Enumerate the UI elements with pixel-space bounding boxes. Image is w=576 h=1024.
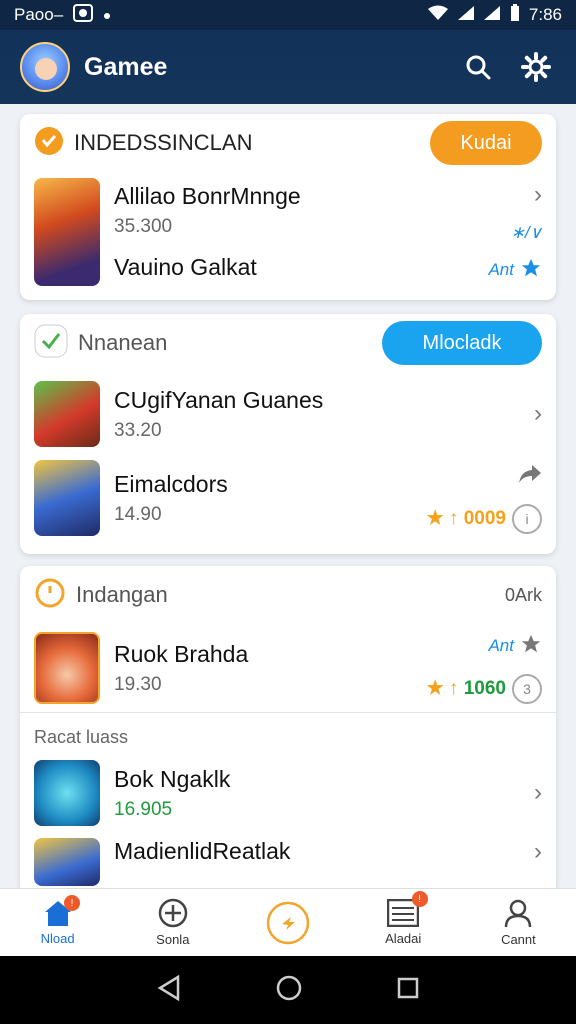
notification-badge: ! (411, 891, 428, 907)
nav-label: Cannt (501, 932, 536, 947)
chevron-right-icon[interactable]: › (534, 181, 542, 209)
chevron-right-icon[interactable]: › (534, 779, 542, 807)
home-circle-icon[interactable] (275, 974, 303, 1007)
card3-title: Indangan (76, 582, 168, 607)
notification-badge: ! (64, 895, 80, 911)
list-item[interactable]: Allilao BonrMnnge 35.300 Vauino Galkat ›… (20, 172, 556, 292)
card1-action-button[interactable]: Kudai (430, 121, 542, 165)
rating-value: 1060 (463, 678, 506, 699)
info-icon[interactable]: i (512, 503, 542, 534)
section-label: Racat luass (34, 727, 129, 747)
nav-label: Nload (40, 931, 75, 946)
item-extra: Ant (488, 636, 514, 655)
game-thumbnail (34, 760, 100, 826)
list-item[interactable]: Ruok Brahda 19.30 Ant ★ ↑ 1060 3 (20, 624, 556, 712)
app-title: Gamee (84, 52, 168, 81)
game-thumbnail (34, 460, 100, 536)
system-nav-bar (0, 956, 576, 1024)
recents-icon[interactable] (396, 976, 420, 1005)
card-new: Nnanean Mlocladk CUgifYanan Guanes 33.20… (20, 314, 556, 554)
rating-value: 0009 (463, 508, 506, 529)
status-time: 7:86 (528, 5, 562, 24)
person-icon (505, 899, 532, 928)
nav-account[interactable]: Cannt (461, 889, 576, 956)
card2-title: Nnanean (78, 330, 168, 355)
search-icon (466, 55, 491, 80)
card-featured: INDEDSSINCLAN Kudai Allilao BonrMnnge 35… (20, 114, 556, 300)
card-discover: Indangan 0Ark Ruok Brahda 19.30 Ant ★ ↑ … (20, 566, 556, 888)
nav-label: Aladai (385, 931, 422, 946)
item-title: Vauino Galkat (114, 254, 257, 280)
gear-icon (521, 52, 551, 82)
bolt-icon (266, 901, 310, 944)
nav-home[interactable]: ! Nload (0, 889, 115, 956)
rating: ★ ↑ 0009 (426, 508, 506, 529)
game-thumbnail (34, 632, 100, 704)
card2-action-button[interactable]: Mlocladk (382, 321, 542, 365)
app-header: Gamee (0, 30, 576, 104)
list-item[interactable]: MadienlidReatlak › (20, 832, 556, 888)
item-title: CUgifYanan Guanes (114, 386, 324, 413)
status-bar: Paoo– 7:86 (0, 0, 576, 30)
back-icon[interactable] (156, 974, 182, 1007)
bottom-nav: ! Nload Sonla ! Aladai Cannt (0, 888, 576, 956)
chevron-right-icon[interactable]: › (534, 400, 542, 428)
chevron-right-icon[interactable]: › (534, 838, 542, 866)
check-badge-icon (34, 126, 64, 161)
item-title: Eimalcdors (114, 470, 228, 497)
wifi-icon (427, 5, 449, 26)
list-item[interactable]: CUgifYanan Guanes 33.20 › (20, 372, 556, 456)
item-sub: 19.30 (114, 673, 162, 695)
item-sub: 33.20 (114, 419, 162, 441)
battery-icon (509, 3, 521, 27)
plus-circle-icon (158, 898, 188, 928)
item-title: Bok Ngaklk (114, 765, 231, 792)
item-extra: Ant (488, 260, 514, 279)
nav-list[interactable]: ! Aladai (346, 889, 461, 956)
signal-icon-2 (483, 5, 501, 26)
item-title: Ruok Brahda (114, 640, 249, 667)
check-icon (34, 324, 68, 363)
star-icon[interactable] (520, 257, 542, 284)
item-title: MadienlidReatlak (114, 838, 291, 864)
settings-button[interactable] (516, 47, 556, 87)
avatar[interactable] (20, 42, 70, 92)
dot-icon (103, 5, 111, 25)
signal-icon (457, 5, 475, 26)
photo-icon (73, 3, 94, 27)
card3-right-text[interactable]: 0Ark (505, 585, 542, 606)
item-sub: 35.300 (114, 216, 173, 237)
item-title: Allilao BonrMnnge (114, 183, 301, 209)
search-button[interactable] (458, 47, 498, 87)
status-left-text: Paoo– (14, 5, 64, 24)
game-thumbnail (34, 178, 100, 286)
item-extra: ∗/∨ (510, 222, 542, 242)
game-thumbnail (34, 838, 100, 886)
nav-label: Sonla (156, 932, 190, 947)
list-item[interactable]: Bok Ngaklk 16.905 › (20, 754, 556, 832)
star-icon[interactable] (520, 633, 542, 660)
game-thumbnail (34, 381, 100, 447)
item-sub: 16.905 (114, 798, 173, 820)
info-icon[interactable]: 3 (512, 673, 542, 704)
nav-center[interactable] (230, 889, 345, 956)
share-icon[interactable] (518, 463, 542, 490)
list-item[interactable]: Eimalcdors 14.90 ★ ↑ 0009 i (20, 456, 556, 540)
rating: ★ ↑ 1060 (426, 678, 506, 699)
clock-icon (34, 577, 66, 614)
card1-title: INDEDSSINCLAN (74, 130, 253, 155)
item-sub: 14.90 (114, 503, 162, 525)
nav-search[interactable]: Sonla (115, 889, 230, 956)
